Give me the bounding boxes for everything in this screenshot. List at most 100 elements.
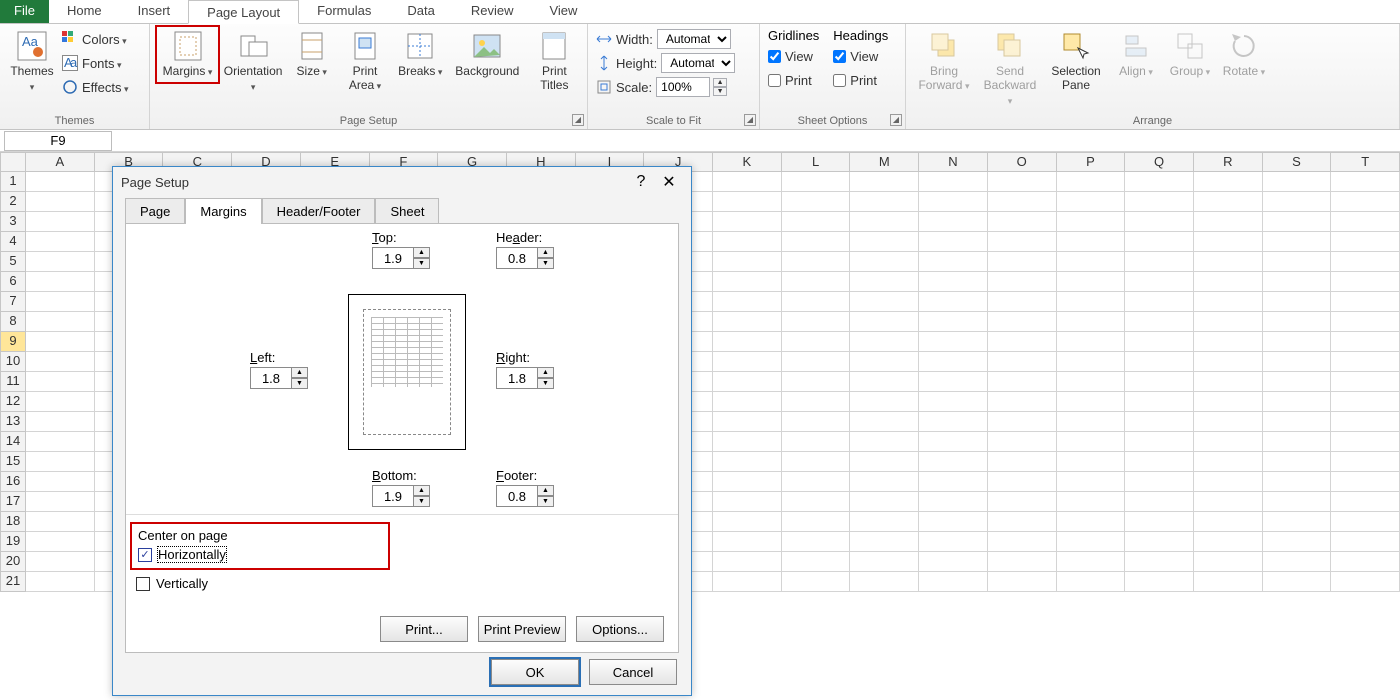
cell[interactable] [850,192,919,212]
cell[interactable] [713,332,782,352]
margin-bottom-spinner[interactable]: ▲▼ [414,485,430,507]
dialog-close-button[interactable]: ✕ [655,172,683,192]
cell[interactable] [988,492,1057,512]
column-header[interactable]: T [1331,152,1400,172]
cell[interactable] [988,212,1057,232]
cell[interactable] [1057,332,1126,352]
center-horizontally-check[interactable]: Horizontally [138,547,228,562]
cell[interactable] [26,392,95,412]
cell[interactable] [782,272,851,292]
cell[interactable] [1057,212,1126,232]
cell[interactable] [782,192,851,212]
column-header[interactable]: Q [1125,152,1194,172]
cell[interactable] [1057,172,1126,192]
cell[interactable] [988,412,1057,432]
cell[interactable] [1331,452,1400,472]
row-header[interactable]: 21 [0,572,26,592]
cell[interactable] [1057,352,1126,372]
margin-right-spinner[interactable]: ▲▼ [538,367,554,389]
cell[interactable] [1194,292,1263,312]
margin-bottom-input[interactable] [372,485,414,507]
tab-file[interactable]: File [0,0,49,23]
cell[interactable] [1125,332,1194,352]
cell[interactable] [919,332,988,352]
cell[interactable] [713,512,782,532]
cell[interactable] [1057,312,1126,332]
column-header[interactable]: A [26,152,95,172]
cell[interactable] [782,232,851,252]
cell[interactable] [1125,252,1194,272]
cell[interactable] [850,172,919,192]
cell[interactable] [26,172,95,192]
cell[interactable] [850,292,919,312]
cell[interactable] [1263,292,1332,312]
cell[interactable] [1194,432,1263,452]
cell[interactable] [850,332,919,352]
cell[interactable] [850,452,919,472]
tab-formulas[interactable]: Formulas [299,0,389,23]
cell[interactable] [713,232,782,252]
cell[interactable] [1194,172,1263,192]
row-header[interactable]: 7 [0,292,26,312]
cell[interactable] [26,312,95,332]
cell[interactable] [1194,572,1263,592]
cell[interactable] [713,552,782,572]
cell[interactable] [850,272,919,292]
cell[interactable] [919,432,988,452]
cell[interactable] [26,532,95,552]
cell[interactable] [1125,212,1194,232]
cell[interactable] [782,532,851,552]
margin-footer-input[interactable] [496,485,538,507]
cell[interactable] [1263,552,1332,572]
dialog-tab-page[interactable]: Page [125,198,185,224]
send-backward-button[interactable]: Send Backward [980,28,1040,110]
margin-left-spinner[interactable]: ▲▼ [292,367,308,389]
gridlines-print-check[interactable]: Print [768,69,819,91]
cell[interactable] [1125,172,1194,192]
cell[interactable] [1331,172,1400,192]
cell[interactable] [1194,472,1263,492]
cell[interactable] [713,452,782,472]
ok-button[interactable]: OK [491,659,579,685]
cell[interactable] [1125,512,1194,532]
cell[interactable] [26,272,95,292]
cell[interactable] [1194,312,1263,332]
cell[interactable] [1194,552,1263,572]
tab-view[interactable]: View [531,0,595,23]
cell[interactable] [782,412,851,432]
cell[interactable] [988,532,1057,552]
cell[interactable] [988,432,1057,452]
cell[interactable] [782,572,851,592]
cell[interactable] [1125,412,1194,432]
column-header[interactable]: N [919,152,988,172]
cell[interactable] [919,492,988,512]
dialog-tab-sheet[interactable]: Sheet [375,198,439,224]
cell[interactable] [988,332,1057,352]
cell[interactable] [26,292,95,312]
row-header[interactable]: 12 [0,392,26,412]
cell[interactable] [782,552,851,572]
cell[interactable] [26,192,95,212]
cell[interactable] [850,432,919,452]
cell[interactable] [26,372,95,392]
cell[interactable] [1263,312,1332,332]
cell[interactable] [713,572,782,592]
row-header[interactable]: 17 [0,492,26,512]
cell[interactable] [1331,232,1400,252]
cell[interactable] [1263,252,1332,272]
name-box[interactable]: F9 [4,131,112,151]
cell[interactable] [1057,292,1126,312]
cell[interactable] [782,432,851,452]
dialog-tab-header-footer[interactable]: Header/Footer [262,198,376,224]
cell[interactable] [1331,492,1400,512]
cell[interactable] [1057,412,1126,432]
cell[interactable] [26,512,95,532]
cell[interactable] [713,352,782,372]
cell[interactable] [988,472,1057,492]
cell[interactable] [919,232,988,252]
cell[interactable] [1194,512,1263,532]
cell[interactable] [782,472,851,492]
cell[interactable] [713,372,782,392]
cell[interactable] [1263,452,1332,472]
cell[interactable] [26,572,95,592]
